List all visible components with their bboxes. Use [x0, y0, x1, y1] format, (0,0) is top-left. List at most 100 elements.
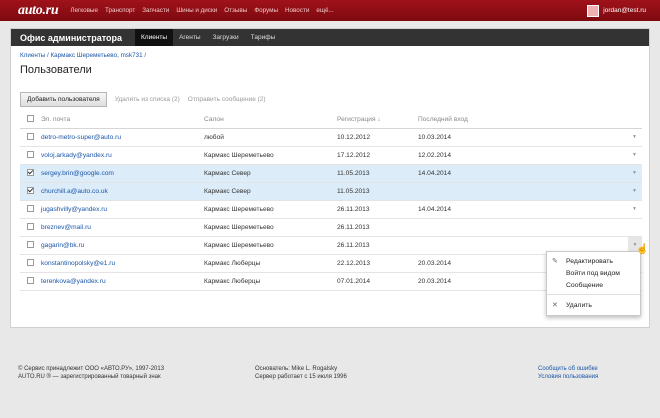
top-nav-item[interactable]: Запчасти [142, 7, 169, 14]
user-email-link[interactable]: konstantinopolsky@e1.ru [41, 255, 115, 272]
row-menu-chevron-icon[interactable]: ▼ [632, 201, 637, 218]
top-nav-item[interactable]: Отзывы [224, 7, 247, 14]
cell-last-login: 12.02.2014 [418, 152, 452, 159]
menu-item-edit[interactable]: Редактировать [566, 258, 613, 265]
cell-last-login: 14.04.2014 [418, 170, 452, 177]
terms-link[interactable]: Условия пользования [538, 373, 598, 381]
row-checkbox[interactable] [27, 186, 34, 194]
close-icon: ✕ [552, 302, 558, 309]
report-error-link[interactable]: Сообщить об ошибке [538, 365, 598, 373]
row-checkbox[interactable] [27, 150, 34, 158]
app-header: Офис администратора Клиенты Агенты Загру… [11, 29, 649, 46]
row-menu-chevron-icon[interactable]: ▼ [632, 183, 637, 200]
cell-registration: 17.12.2012 [337, 152, 371, 159]
cell-salon: Кармакс Шереметьево [204, 206, 274, 213]
cell-salon: Кармакс Шереметьево [204, 224, 274, 231]
menu-item-login-as[interactable]: Войти под видом [566, 270, 620, 277]
user-email-link[interactable]: voloj.arkady@yandex.ru [41, 147, 112, 164]
row-menu-chevron-icon[interactable]: ▼ [632, 165, 637, 182]
cell-salon: Кармакс Люберцы [204, 260, 261, 267]
top-nav-item[interactable]: Шины и диски [176, 7, 217, 14]
cell-salon: Кармакс Север [204, 188, 251, 195]
row-menu-chevron-icon[interactable]: ▼ [632, 129, 637, 146]
cell-last-login: 20.03.2014 [418, 260, 452, 267]
top-bar: auto.ru Легковые Транспорт Запчасти Шины… [0, 0, 660, 21]
top-nav-item[interactable]: Форумы [254, 7, 278, 14]
footer-founder: Основатель: Mike L. Rogalsky [255, 366, 338, 372]
table-header: Эл. почта Салон Регистрация ↓ Последний … [20, 111, 642, 129]
toolbar: Добавить пользователя Удалить из списка … [20, 92, 266, 107]
cell-salon: Кармакс Шереметьево [204, 152, 274, 159]
avatar [587, 4, 600, 17]
footer-server: Сервер работает с 15 июля 1996 [255, 374, 347, 380]
user-email-link[interactable]: gagarin@bk.ru [41, 237, 84, 254]
user-email-link[interactable]: jugashvilly@yandex.ru [41, 201, 107, 218]
menu-item-delete[interactable]: Удалить [566, 302, 592, 309]
table-row[interactable]: jugashvilly@yandex.ru Кармакс Шереметьев… [20, 201, 642, 219]
cell-registration: 07.01.2014 [337, 278, 371, 285]
cell-registration: 22.12.2013 [337, 260, 371, 267]
top-nav-item[interactable]: Новости [285, 7, 309, 14]
top-nav: Легковые Транспорт Запчасти Шины и диски… [70, 7, 333, 14]
table-row[interactable]: sergey.brin@google.com Кармакс Север 11.… [20, 165, 642, 183]
tab-tariffs[interactable]: Тарифы [245, 29, 282, 46]
top-nav-more[interactable]: ещё... [316, 7, 333, 14]
user-email-link[interactable]: breznev@mail.ru [41, 219, 91, 236]
remove-from-list-button[interactable]: Удалить из списка (2) [115, 96, 180, 103]
tab-agents[interactable]: Агенты [173, 29, 206, 46]
table-row[interactable]: voloj.arkady@yandex.ru Кармакс Шереметье… [20, 147, 642, 165]
row-actions-menu: ✎ Редактировать Войти под видом Сообщени… [546, 251, 641, 316]
top-nav-item[interactable]: Легковые [70, 7, 98, 14]
cell-registration: 26.11.2013 [337, 206, 370, 213]
row-checkbox[interactable] [27, 258, 34, 266]
send-message-button[interactable]: Отправить сообщение (2) [188, 96, 266, 103]
site-logo[interactable]: auto.ru [18, 3, 59, 19]
cell-last-login: 20.03.2014 [418, 278, 452, 285]
row-checkbox[interactable] [27, 204, 34, 212]
page-title: Пользователи [20, 64, 92, 76]
row-checkbox[interactable] [27, 276, 34, 284]
add-user-button[interactable]: Добавить пользователя [20, 92, 107, 107]
breadcrumb[interactable]: Клиенты / Кармакс Шереметьево, msk731 / [20, 52, 146, 59]
footer-copyright: © Сервис принадлежит ООО «АВТО.РУ», 1997… [18, 366, 165, 372]
row-menu-chevron-icon[interactable]: ▼ [632, 147, 637, 164]
cell-salon: Кармакс Север [204, 170, 251, 177]
tab-clients[interactable]: Клиенты [135, 29, 174, 46]
user-email-link[interactable]: churchill.a@auto.co.uk [41, 183, 108, 200]
cell-registration: 26.11.2013 [337, 224, 370, 231]
menu-divider [547, 294, 640, 295]
cell-registration: 11.05.2013 [337, 170, 370, 177]
cell-salon: Кармакс Люберцы [204, 278, 261, 285]
cell-last-login: 10.03.2014 [418, 134, 452, 141]
table-row[interactable]: detro-metro-super@auto.ru любой 10.12.20… [20, 129, 642, 147]
table-row[interactable]: breznev@mail.ru Кармакс Шереметьево 26.1… [20, 219, 642, 237]
column-header-salon[interactable]: Салон [204, 111, 224, 128]
cell-last-login: 14.04.2014 [418, 206, 452, 213]
hand-cursor-icon: ☝ [636, 244, 649, 255]
column-header-email[interactable]: Эл. почта [41, 111, 70, 128]
user-email-link[interactable]: terenkova@yandex.ru [41, 273, 106, 290]
table-row[interactable]: churchill.a@auto.co.uk Кармакс Север 11.… [20, 183, 642, 201]
app-tabs: Клиенты Агенты Загрузки Тарифы [135, 29, 281, 46]
cell-registration: 10.12.2012 [337, 134, 371, 141]
column-header-last-login[interactable]: Последний вход [418, 111, 468, 128]
row-checkbox[interactable] [27, 222, 34, 230]
column-header-registration[interactable]: Регистрация ↓ [337, 111, 381, 128]
row-checkbox[interactable] [27, 132, 34, 140]
footer-trademark: AUTO.RU ® — зарегистрированный товарный … [18, 374, 161, 380]
top-nav-item[interactable]: Транспорт [105, 7, 135, 14]
select-all-checkbox[interactable] [27, 114, 34, 122]
user-email-link[interactable]: detro-metro-super@auto.ru [41, 129, 121, 146]
menu-item-message[interactable]: Сообщение [566, 282, 603, 289]
app-title: Офис администратора [20, 32, 122, 43]
cell-registration: 26.11.2013 [337, 242, 370, 249]
cell-registration: 11.05.2013 [337, 188, 370, 195]
row-checkbox[interactable] [27, 168, 34, 176]
user-email-link[interactable]: sergey.brin@google.com [41, 165, 114, 182]
user-menu[interactable]: jordan@test.ru [587, 4, 646, 17]
cell-salon: любой [204, 134, 224, 141]
user-email: jordan@test.ru [603, 7, 646, 14]
tab-uploads[interactable]: Загрузки [207, 29, 245, 46]
row-checkbox[interactable] [27, 240, 34, 248]
edit-icon: ✎ [552, 258, 558, 265]
